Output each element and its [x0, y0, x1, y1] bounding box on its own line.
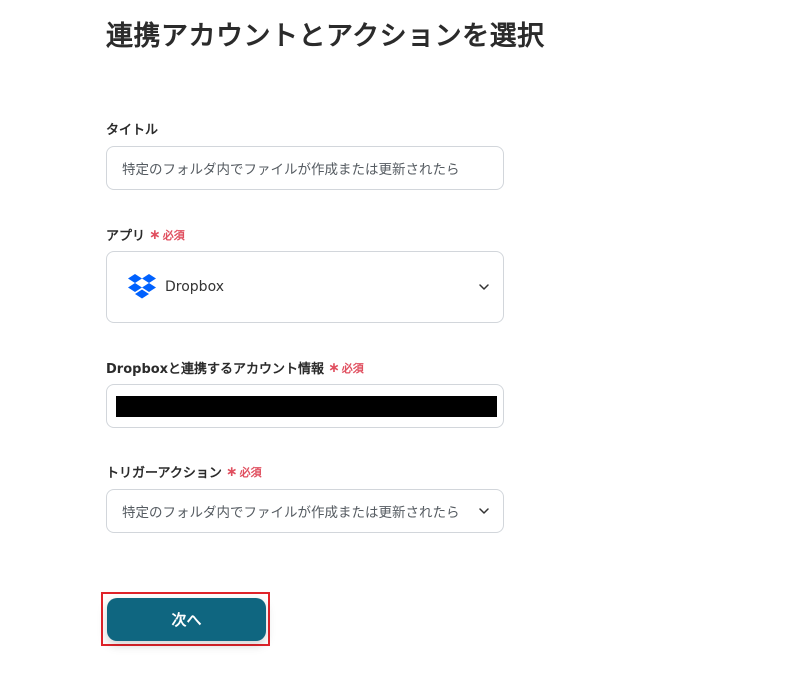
required-text: 必須 [239, 465, 262, 479]
page-title: 連携アカウントとアクションを選択 [106, 21, 545, 52]
trigger-label-text: トリガーアクション [106, 466, 222, 481]
app-select[interactable]: Dropbox [106, 251, 504, 323]
title-label-text: タイトル [106, 123, 159, 138]
app-label-text: アプリ [106, 229, 146, 244]
trigger-field-label: トリガーアクション ∗ 必須 [106, 462, 262, 482]
title-input-value: 特定のフォルダ内でファイルが作成または更新されたら [122, 162, 460, 178]
required-badge: ∗ 必須 [225, 463, 262, 480]
dropbox-icon [127, 273, 157, 301]
account-select[interactable] [106, 384, 504, 428]
redacted-account-value [116, 396, 497, 417]
next-button[interactable]: 次へ [107, 598, 266, 641]
account-field-label: Dropboxと連携するアカウント情報 ∗ 必須 [106, 358, 364, 378]
title-field-label: タイトル [106, 119, 158, 138]
chevron-down-icon [479, 284, 489, 290]
chevron-down-icon [479, 508, 489, 514]
selected-app-name: Dropbox [165, 279, 224, 295]
required-badge: ∗ 必須 [328, 359, 364, 376]
account-label-text: Dropboxと連携するアカウント情報 [106, 362, 325, 377]
trigger-action-select[interactable]: 特定のフォルダ内でファイルが作成または更新されたら [106, 489, 504, 533]
app-field-label: アプリ ∗ 必須 [106, 225, 185, 245]
required-badge: ∗ 必須 [149, 226, 185, 243]
required-text: 必須 [341, 361, 364, 375]
trigger-action-value: 特定のフォルダ内でファイルが作成または更新されたら [122, 505, 460, 521]
required-text: 必須 [162, 228, 185, 242]
title-input[interactable]: 特定のフォルダ内でファイルが作成または更新されたら [106, 146, 504, 190]
